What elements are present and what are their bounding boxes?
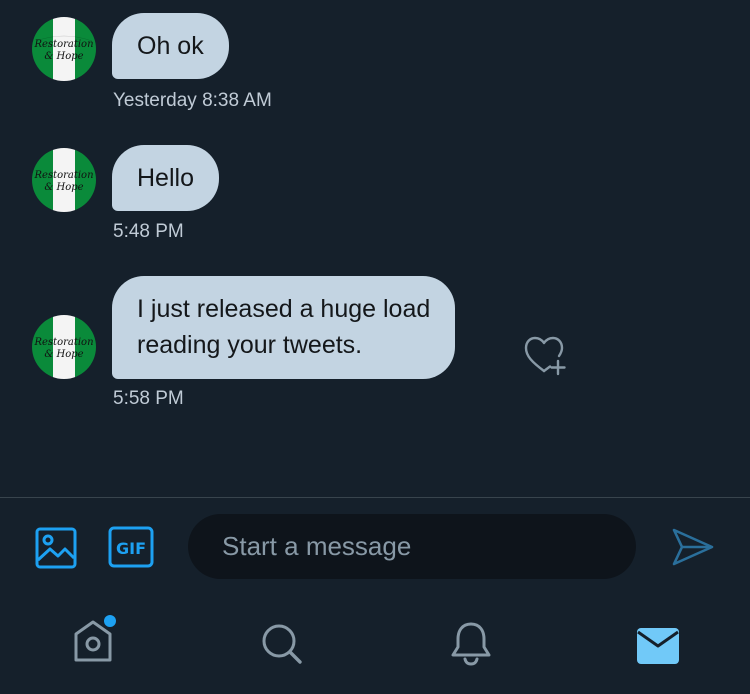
heart-plus-icon <box>524 336 566 376</box>
message-bubble[interactable]: Oh ok <box>112 13 229 79</box>
svg-text:GIF: GIF <box>116 539 146 558</box>
gif-button[interactable]: GIF <box>108 526 154 568</box>
message-bubble[interactable]: Hello <box>112 145 219 211</box>
media-button[interactable] <box>34 526 78 570</box>
message-timestamp: Yesterday 8:38 AM <box>113 90 272 111</box>
svg-text:& Hope: & Hope <box>44 51 83 62</box>
gif-icon: GIF <box>108 526 154 568</box>
send-button[interactable] <box>670 526 716 568</box>
message-bubble[interactable]: I just released a huge load reading your… <box>112 276 456 379</box>
sender-avatar[interactable]: Restoration & Hope <box>32 315 96 379</box>
notification-dot <box>104 615 116 627</box>
message-input[interactable] <box>188 514 636 579</box>
svg-text:& Hope: & Hope <box>44 349 83 360</box>
svg-text:Restoration: Restoration <box>33 170 93 181</box>
like-message-button[interactable] <box>522 334 570 378</box>
message-text: Hello <box>137 164 194 192</box>
sender-avatar[interactable]: Restoration & Hope <box>32 17 96 81</box>
nav-notifications[interactable] <box>449 619 493 667</box>
mail-icon <box>637 628 679 664</box>
nav-search[interactable] <box>260 622 304 666</box>
image-icon <box>35 527 77 569</box>
message-text-line: reading your tweets. <box>137 331 363 359</box>
bell-icon <box>451 622 491 666</box>
message-timestamp: 5:48 PM <box>113 221 184 242</box>
search-icon <box>262 624 302 664</box>
composer-divider <box>0 497 750 498</box>
svg-text:Restoration: Restoration <box>33 337 93 348</box>
sender-avatar[interactable]: Restoration & Hope <box>32 148 96 212</box>
home-icon <box>74 615 116 662</box>
message-text: Oh ok <box>137 32 204 60</box>
svg-text:& Hope: & Hope <box>44 182 83 193</box>
message-text-line: I just released a huge load <box>137 295 431 323</box>
nav-home[interactable] <box>72 612 118 664</box>
svg-text:Restoration: Restoration <box>33 39 93 50</box>
nav-messages[interactable] <box>636 626 680 666</box>
send-icon <box>672 528 714 566</box>
message-timestamp: 5:58 PM <box>113 388 184 409</box>
